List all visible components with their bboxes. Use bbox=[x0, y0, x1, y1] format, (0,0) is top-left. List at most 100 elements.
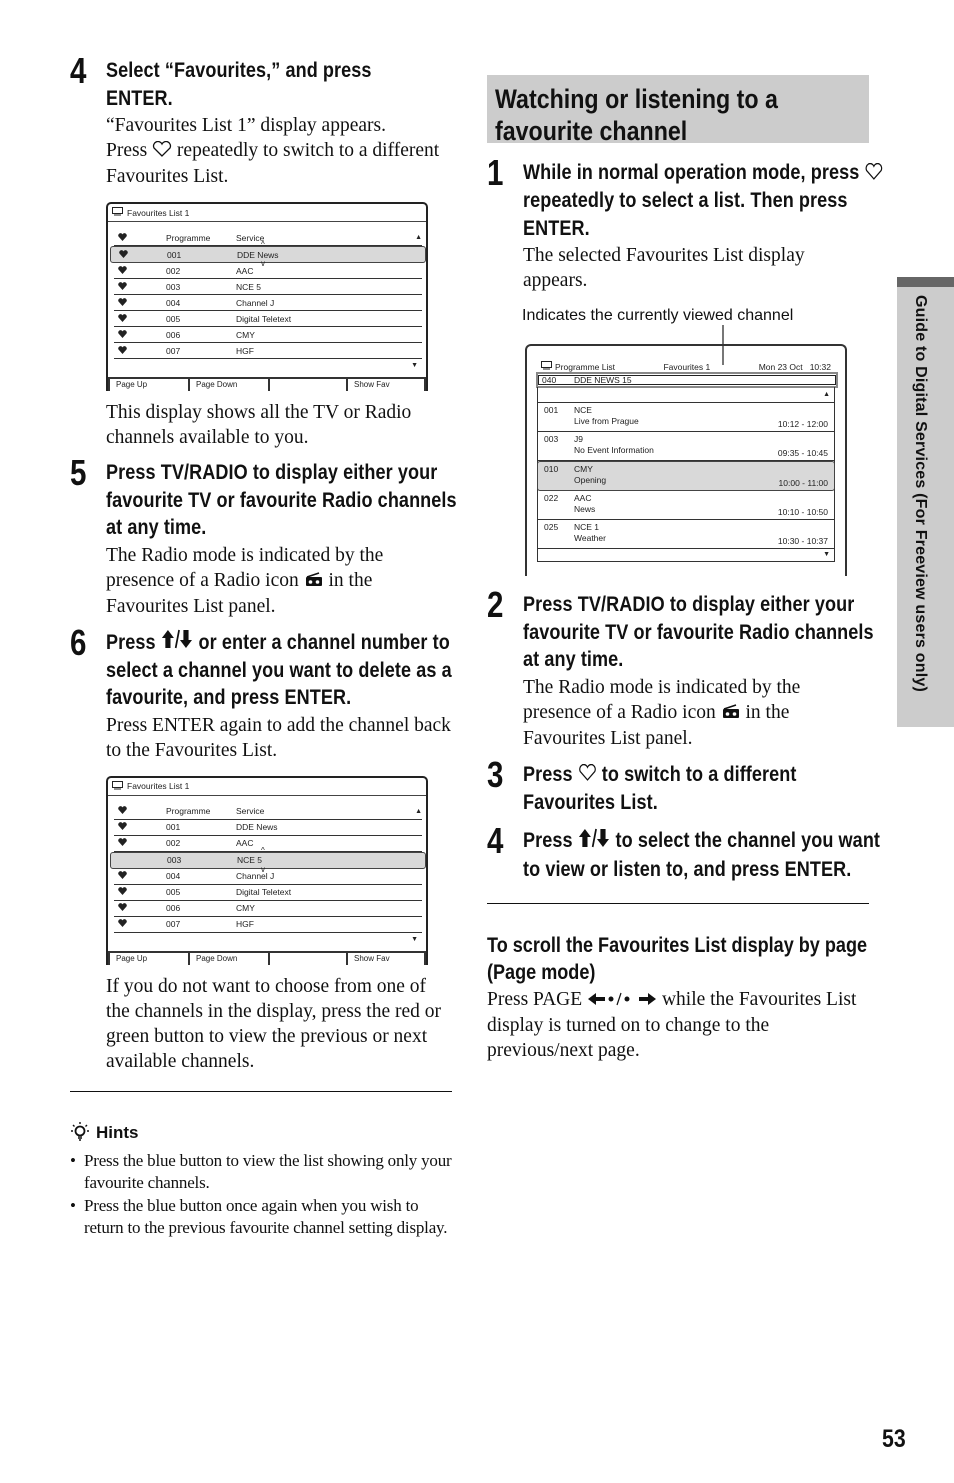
show-fav-button[interactable]: Show Fav bbox=[346, 952, 426, 965]
table-row[interactable]: 002 AAC bbox=[114, 263, 422, 280]
channel-name: NCE 1 bbox=[574, 522, 600, 533]
step-number: 2 bbox=[487, 584, 504, 626]
table-row[interactable]: 003 NCE 5 ^ v bbox=[110, 846, 426, 873]
favourite-cell bbox=[114, 838, 166, 848]
table-row[interactable]: 005 Digital Teletext bbox=[114, 885, 422, 901]
favourite-cell bbox=[114, 329, 166, 340]
event-title: Weather bbox=[574, 533, 606, 544]
step-body-text: Press bbox=[106, 140, 148, 161]
left-column: 4 Select “Favourites,” and press ENTER. … bbox=[70, 51, 457, 1240]
table-row[interactable]: 004 Channel J bbox=[114, 295, 422, 312]
up-down-arrow-icon bbox=[578, 828, 611, 856]
heart-icon bbox=[118, 265, 127, 274]
hint-item: Press the blue button to view the list s… bbox=[70, 1150, 452, 1195]
favourite-cell bbox=[115, 249, 167, 260]
favourite-cell bbox=[114, 919, 166, 929]
step-title: Press or enter a channel number to selec… bbox=[106, 629, 467, 712]
page-prev-next-icon bbox=[587, 988, 657, 1013]
channel-name: CMY bbox=[574, 464, 593, 475]
show-fav-button[interactable]: Show Fav bbox=[346, 379, 426, 392]
programme-cell: 002 bbox=[166, 265, 181, 276]
panel-footer: Page Up Page Down Show Fav bbox=[108, 950, 426, 965]
scroll-up-icon[interactable]: ▲ bbox=[408, 808, 422, 815]
step-body: The Radio mode is indicated by the prese… bbox=[523, 675, 869, 751]
service-cell: HGF bbox=[236, 345, 254, 356]
programme-row[interactable]: 003 J9 No Event Information 09:35 - 10:45 bbox=[538, 432, 834, 462]
table-row[interactable]: 002 AAC bbox=[114, 836, 422, 852]
radio-icon bbox=[721, 701, 741, 726]
favourite-cell bbox=[114, 281, 166, 292]
table-row[interactable]: 007 HGF bbox=[114, 917, 422, 933]
table-row[interactable]: 004 Channel J bbox=[114, 869, 422, 885]
table-row[interactable]: 006 CMY bbox=[114, 327, 422, 344]
blank-button[interactable] bbox=[268, 379, 346, 392]
service-cell: Channel J bbox=[236, 297, 275, 308]
hints-title: Hints bbox=[70, 1121, 452, 1146]
step-2-right: 2 Press TV/RADIO to display either your … bbox=[487, 585, 874, 751]
table-header-row: Programme Service ▲ bbox=[114, 230, 422, 247]
service-cell: AAC bbox=[236, 265, 254, 276]
event-time: 09:35 - 10:45 bbox=[777, 448, 828, 459]
event-title: No Event Information bbox=[574, 445, 654, 456]
blank-button[interactable] bbox=[268, 952, 346, 965]
event-time: 10:30 - 10:37 bbox=[777, 536, 828, 547]
table-row[interactable]: 003 NCE 5 bbox=[114, 279, 422, 296]
step-body: The selected Favourites List display app… bbox=[523, 245, 805, 292]
service-cell: Digital Teletext bbox=[236, 887, 292, 898]
table-row[interactable]: 001 DDE News ^ v bbox=[110, 241, 426, 268]
heart-icon bbox=[118, 329, 127, 338]
step-number: 3 bbox=[487, 753, 504, 795]
step-title-text: While in normal operation mode, press bbox=[523, 161, 860, 184]
panel-header: Favourites List 1 bbox=[108, 778, 426, 796]
panel-header: Favourites List 1 bbox=[108, 204, 426, 223]
page-up-button[interactable]: Page Up bbox=[108, 379, 188, 392]
heart-icon bbox=[118, 313, 127, 322]
up-down-arrow-icon bbox=[161, 629, 194, 657]
programme-row[interactable]: 022 AAC News 10:10 - 10:50 bbox=[538, 491, 834, 521]
page-down-button[interactable]: Page Down bbox=[188, 952, 268, 965]
table-row[interactable]: 006 CMY bbox=[114, 901, 422, 917]
programme-row[interactable]: 025 NCE 1 Weather 10:30 - 10:37 bbox=[538, 520, 834, 550]
scroll-down-icon[interactable]: ▼ bbox=[108, 933, 426, 947]
scroll-down-icon[interactable]: ▼ bbox=[538, 549, 834, 561]
page-up-button[interactable]: Page Up bbox=[108, 952, 188, 965]
heart-icon bbox=[118, 838, 127, 847]
scroll-up-icon[interactable]: ▲ bbox=[408, 234, 422, 241]
favourites-table: Programme Service ▲ 001 DDE News 002 AAC 003… bbox=[108, 796, 426, 933]
favourite-cell bbox=[114, 297, 166, 308]
side-tab-bar bbox=[897, 277, 954, 287]
table-row[interactable]: 007 HGF bbox=[114, 343, 422, 360]
current-channel-bar: 040 DDE NEWS 15 bbox=[536, 372, 838, 389]
heart-icon bbox=[118, 919, 127, 928]
scroll-down-icon[interactable]: ▼ bbox=[108, 359, 426, 373]
heart-icon bbox=[118, 806, 127, 815]
panel-title: Favourites List 1 bbox=[127, 207, 190, 218]
programme-list-figure: Programme List Favourites 1 Mon 23 Oct 1… bbox=[523, 325, 869, 577]
current-channel-number: 040 bbox=[542, 375, 557, 386]
programme-cell: 006 bbox=[166, 903, 181, 914]
programme-row[interactable]: 010 CMY Opening 10:00 - 11:00 bbox=[537, 461, 835, 492]
divider bbox=[487, 903, 869, 905]
service-cell: DDE News bbox=[236, 822, 278, 833]
step-number: 1 bbox=[487, 152, 504, 193]
panel1-caption: This display shows all the TV or Radio c… bbox=[106, 402, 412, 449]
step-body-line: “Favourites List 1” display appears. bbox=[106, 115, 386, 136]
side-tab-label: Guide to Digital Services (For Freeview … bbox=[912, 295, 929, 692]
service-cell: DDE News bbox=[237, 249, 279, 260]
heart-icon bbox=[118, 297, 127, 306]
service-cell: NCE 5 bbox=[236, 281, 262, 292]
step-title: Press TV/RADIO to display either your fa… bbox=[523, 593, 874, 672]
page-down-button[interactable]: Page Down bbox=[188, 379, 268, 392]
step-1-right: 1 While in normal operation mode, press … bbox=[487, 153, 883, 293]
heart-icon bbox=[118, 822, 127, 831]
column-header-programme: Programme bbox=[166, 232, 211, 243]
table-row[interactable]: 005 Digital Teletext bbox=[114, 311, 422, 328]
favourite-cell bbox=[114, 822, 166, 832]
favourite-cell bbox=[114, 313, 166, 324]
table-row[interactable]: 001 DDE News bbox=[114, 820, 422, 836]
scroll-up-icon[interactable]: ▲ bbox=[538, 387, 834, 404]
programme-row[interactable]: 001 NCE Live from Prague 10:12 - 12:00 bbox=[538, 403, 834, 433]
favourites-list-name: Favourites 1 bbox=[663, 361, 711, 372]
heart-icon bbox=[118, 871, 127, 880]
event-time: 10:10 - 10:50 bbox=[777, 507, 828, 518]
